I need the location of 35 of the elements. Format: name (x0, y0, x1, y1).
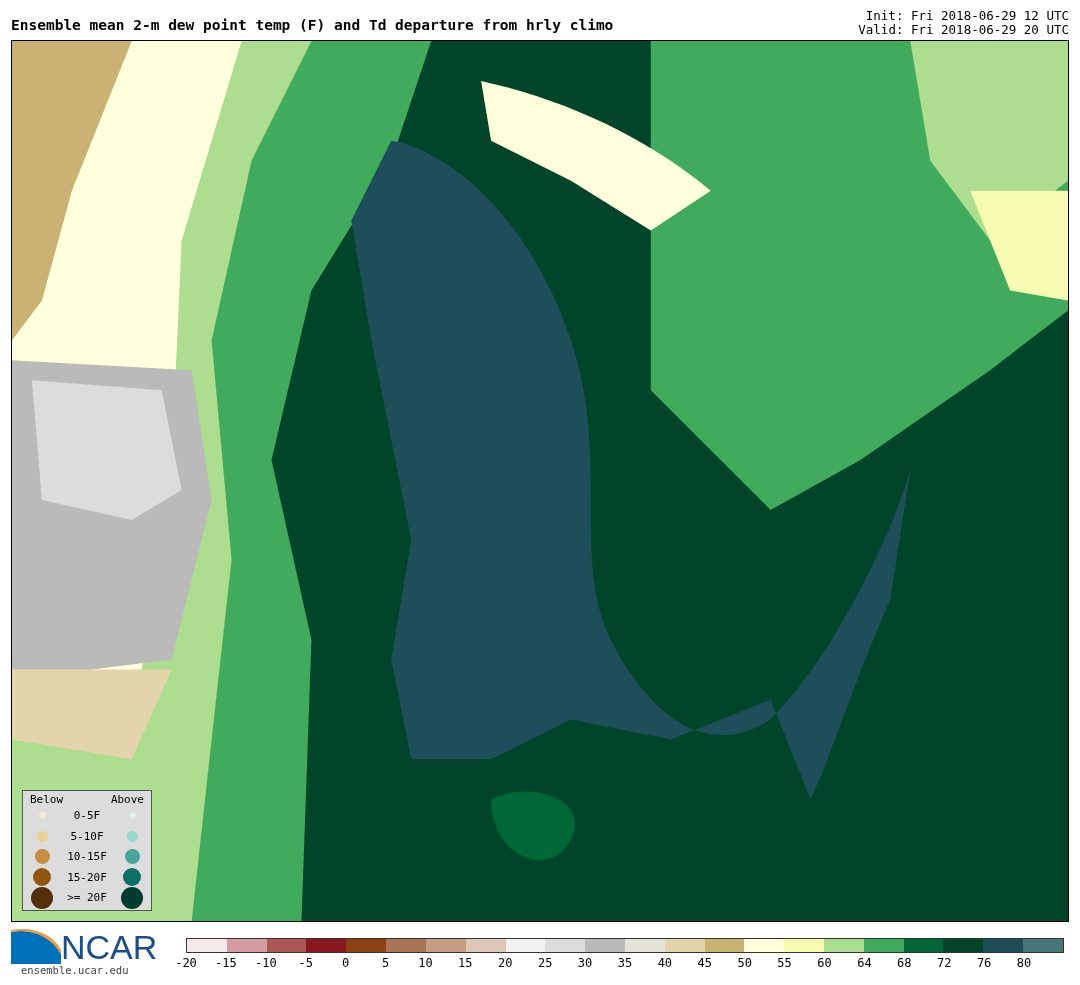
valid-time: Valid: Fri 2018-06-29 20 UTC (858, 23, 1069, 37)
tick-label: 55 (777, 956, 792, 970)
swoosh-icon (11, 926, 61, 964)
tick-label: -20 (175, 956, 197, 970)
tick-label: 40 (657, 956, 673, 970)
legend-label: 10-15F (66, 850, 108, 864)
legend-label: 5-10F (69, 829, 105, 843)
tick-label: -10 (254, 956, 277, 970)
tick-label: 10 (418, 956, 433, 970)
legend-label: 15-20F (66, 870, 108, 884)
tick-label: 68 (897, 956, 912, 970)
tick-label: 80 (1016, 956, 1032, 970)
tick-label: -15 (215, 956, 237, 970)
tick-label: 15 (458, 956, 473, 970)
tick-label: 64 (857, 956, 872, 970)
tick-label: 76 (976, 956, 992, 970)
tick-label: 72 (937, 956, 952, 970)
tick-label: 35 (617, 956, 633, 970)
tick-label: 60 (817, 956, 832, 970)
logo-text: NCAR (61, 930, 158, 964)
legend-label: 0-5F (72, 809, 102, 823)
tick-label: 45 (697, 956, 712, 970)
tick-label: 0 (342, 956, 350, 970)
tick-label: 25 (537, 956, 553, 970)
tick-label: 50 (737, 956, 752, 970)
tick-label: 20 (498, 956, 513, 970)
legend-heading: Above (110, 792, 144, 806)
tick-label: 5 (381, 956, 390, 970)
legend-label: >= 20F (66, 891, 108, 905)
tick-label: -5 (298, 956, 313, 970)
init-time: Init: Fri 2018-06-29 12 UTC (864, 9, 1069, 23)
chart-title: Ensemble mean 2-m dew point temp (F) and Td departure from hrly climo (11, 17, 614, 35)
legend-heading: Below (30, 792, 64, 806)
tick-label: 30 (577, 956, 593, 970)
website-url: ensemble.ucar.edu (20, 964, 130, 976)
